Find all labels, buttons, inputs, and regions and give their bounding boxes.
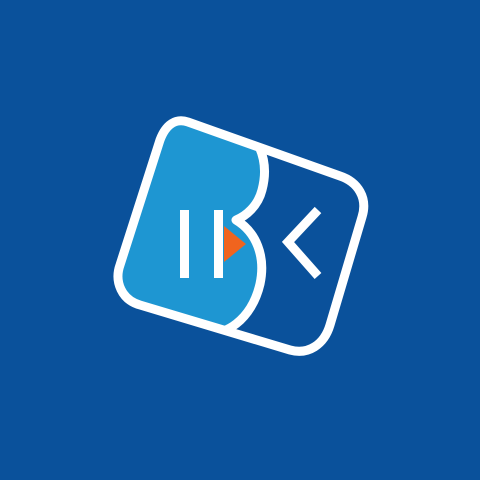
ibk-logo-icon [113, 116, 369, 356]
app-icon-screen [0, 0, 480, 480]
logo-card [113, 116, 369, 356]
letter-i-icon [180, 210, 189, 278]
letter-d-stem-icon [214, 210, 223, 278]
